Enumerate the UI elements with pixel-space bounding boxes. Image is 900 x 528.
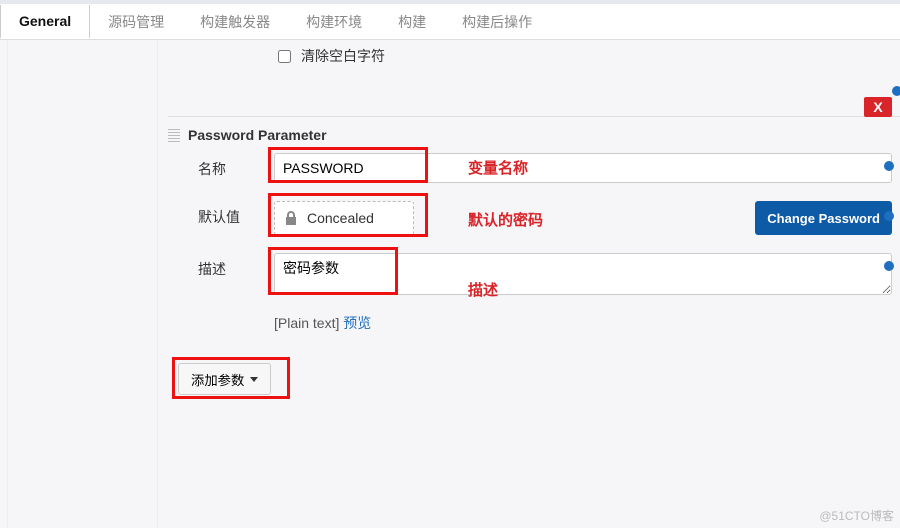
annotation-default: 默认的密码: [468, 209, 543, 230]
desc-format-row: [Plain text] 预览: [274, 313, 892, 333]
row-default: 默认值 Concealed Change Password 默认的密码: [168, 201, 892, 235]
config-tabs: General 源码管理 构建触发器 构建环境 构建 构建后操作: [0, 0, 900, 40]
lock-icon: [285, 211, 297, 225]
clear-whitespace-label: 清除空白字符: [301, 46, 385, 66]
tab-build[interactable]: 构建: [380, 4, 444, 40]
delete-parameter-button[interactable]: X: [864, 97, 892, 117]
nav-gutter: [0, 40, 8, 528]
help-icon[interactable]: [884, 261, 894, 271]
tab-general[interactable]: General: [0, 5, 90, 39]
change-password-button[interactable]: Change Password: [755, 201, 892, 235]
add-parameter-label: 添加参数: [191, 370, 244, 389]
annotation-name: 变量名称: [468, 157, 528, 178]
watermark-text: @51CTO博客: [819, 507, 894, 524]
plain-text-label: [Plain text]: [274, 315, 339, 331]
tab-triggers[interactable]: 构建触发器: [182, 4, 288, 40]
annotation-desc: 描述: [468, 279, 498, 300]
tab-env[interactable]: 构建环境: [288, 4, 380, 40]
preview-link[interactable]: 预览: [343, 315, 371, 331]
left-margin: [8, 40, 158, 528]
clear-whitespace-checkbox[interactable]: [278, 50, 291, 63]
help-icon[interactable]: [884, 161, 894, 171]
help-icon[interactable]: [884, 211, 894, 221]
chevron-down-icon: [250, 377, 258, 382]
row-name: 名称 变量名称: [168, 153, 892, 183]
password-parameter-section: X Password Parameter 名称 变量名称 默认值: [168, 123, 892, 333]
row-desc: 描述 密码参数 描述: [168, 253, 892, 295]
help-icon[interactable]: [892, 86, 900, 96]
concealed-text: Concealed: [307, 210, 374, 226]
tab-scm[interactable]: 源码管理: [90, 4, 182, 40]
name-label: 名称: [198, 153, 254, 179]
name-input[interactable]: [274, 153, 892, 183]
desc-textarea[interactable]: 密码参数: [274, 253, 892, 295]
default-label: 默认值: [198, 201, 254, 227]
add-parameter-button[interactable]: 添加参数: [178, 363, 271, 395]
section-title: Password Parameter: [188, 127, 327, 143]
group-separator: [168, 116, 900, 117]
config-panel: 清除空白字符 X Password Parameter 名称 变量名: [158, 40, 900, 528]
concealed-indicator: Concealed: [274, 201, 414, 235]
desc-label: 描述: [198, 253, 254, 279]
drag-handle-icon[interactable]: [168, 128, 180, 142]
tab-post[interactable]: 构建后操作: [444, 4, 550, 40]
